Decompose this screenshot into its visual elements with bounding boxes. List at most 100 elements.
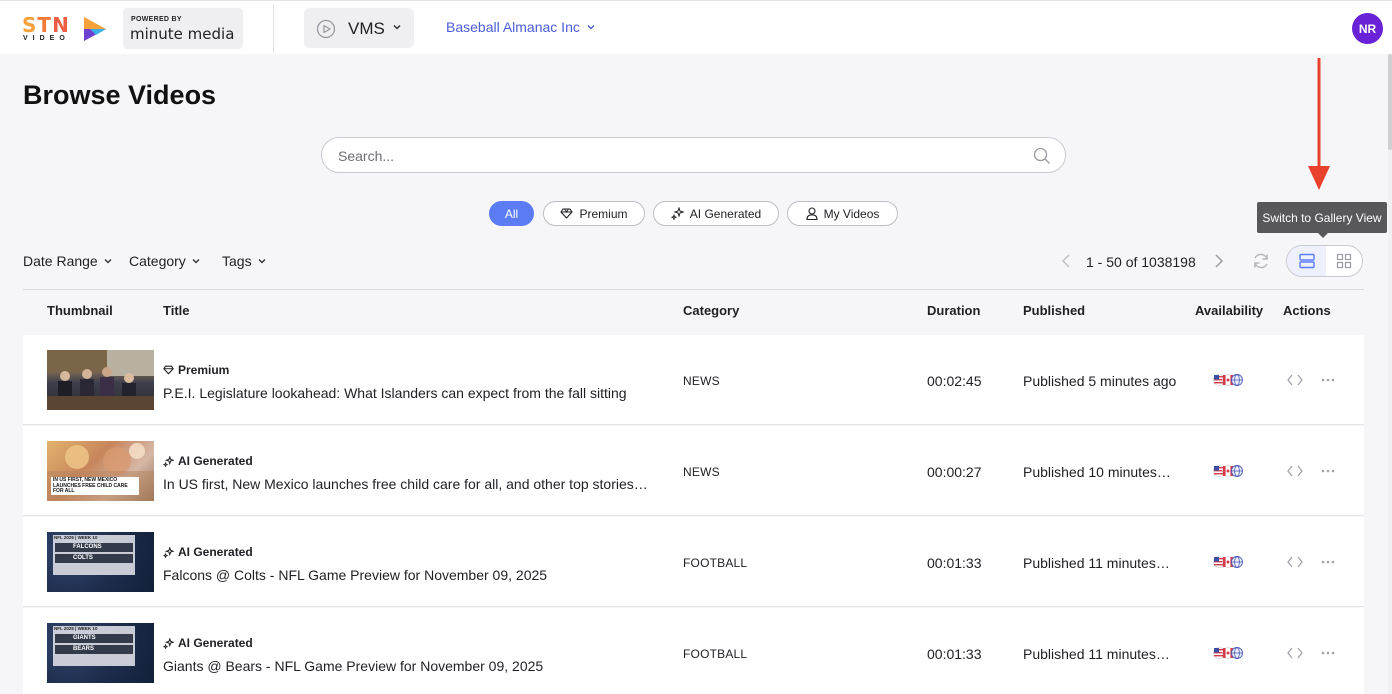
availability-flags-icon[interactable] xyxy=(1212,646,1246,660)
video-category: FOOTBALL xyxy=(683,556,748,570)
user-avatar[interactable]: NR xyxy=(1352,13,1383,44)
video-thumbnail[interactable]: NFL 2025 | WEEK 10 FALCONS COLTS xyxy=(47,532,154,592)
video-badge-ai-generated: AI Generated xyxy=(163,454,253,468)
filter-chip-my-videos[interactable]: My Videos xyxy=(787,201,898,226)
video-published: Published 10 minutes… xyxy=(1023,464,1171,480)
sparkle-icon xyxy=(163,455,174,467)
embed-code-icon[interactable] xyxy=(1286,646,1304,660)
toolbar-divider xyxy=(23,289,1364,290)
more-options-icon[interactable] xyxy=(1321,651,1335,655)
list-view-icon xyxy=(1298,253,1315,269)
video-badge-premium: Premium xyxy=(163,363,229,377)
list-view-button[interactable] xyxy=(1287,246,1326,276)
powered-by-label: POWERED BY xyxy=(131,16,182,23)
sparkle-icon xyxy=(670,207,684,220)
table-row[interactable]: IN US FIRST, NEW MEXICO LAUNCHES FREE CH… xyxy=(23,426,1364,516)
organization-selector[interactable]: Baseball Almanac Inc xyxy=(446,19,596,35)
video-thumbnail[interactable]: NFL 2025 | WEEK 10 GIANTS BEARS xyxy=(47,623,154,683)
video-duration: 00:00:27 xyxy=(927,464,982,480)
page-scrollbar[interactable] xyxy=(1388,54,1392,694)
video-published: Published 5 minutes ago xyxy=(1023,373,1177,389)
column-header-actions: Actions xyxy=(1283,303,1331,318)
badge-label: Premium xyxy=(178,363,230,377)
stn-logo-text: STN xyxy=(22,13,70,37)
page-scrollbar-thumb[interactable] xyxy=(1388,54,1392,150)
date-range-dropdown[interactable]: Date Range xyxy=(23,253,113,269)
category-dropdown[interactable]: Category xyxy=(129,253,201,269)
vms-app-switcher[interactable]: VMS xyxy=(304,8,414,48)
video-duration: 00:01:33 xyxy=(927,646,982,662)
filter-chip-ai-generated[interactable]: AI Generated xyxy=(653,201,779,226)
chip-label: My Videos xyxy=(823,206,880,221)
chip-label: AI Generated xyxy=(689,206,762,221)
thumbnail-team-1: FALCONS xyxy=(73,544,102,550)
thumbnail-caption: IN US FIRST, NEW MEXICO LAUNCHES FREE CH… xyxy=(53,477,128,494)
minute-media-logo: minute media xyxy=(130,25,235,43)
more-options-icon[interactable] xyxy=(1321,560,1335,564)
chevron-right-icon[interactable] xyxy=(1212,253,1226,269)
search-icon[interactable] xyxy=(1033,147,1051,165)
column-header-thumbnail: Thumbnail xyxy=(47,303,113,318)
search-input[interactable] xyxy=(338,146,1018,166)
dropdown-label: Category xyxy=(129,253,186,269)
chevron-down-icon xyxy=(258,259,266,264)
column-header-availability: Availability xyxy=(1195,303,1264,318)
video-title[interactable]: P.E.I. Legislature lookahead: What Islan… xyxy=(163,385,658,401)
refresh-icon[interactable] xyxy=(1251,251,1271,271)
stn-video-logo[interactable]: STN VIDEO xyxy=(22,13,110,45)
gallery-view-tooltip: Switch to Gallery View xyxy=(1257,202,1387,233)
embed-code-icon[interactable] xyxy=(1286,464,1304,478)
table-row[interactable]: NFL 2025 | WEEK 10 GIANTS BEARS AI Gener… xyxy=(23,608,1364,694)
chevron-down-icon xyxy=(192,259,200,264)
video-category: FOOTBALL xyxy=(683,647,748,661)
embed-code-icon[interactable] xyxy=(1286,555,1304,569)
chevron-down-icon xyxy=(587,25,595,30)
badge-label: AI Generated xyxy=(178,545,253,559)
video-title[interactable]: Giants @ Bears - NFL Game Preview for No… xyxy=(163,658,658,674)
video-category: NEWS xyxy=(683,465,720,479)
availability-flags-icon[interactable] xyxy=(1212,464,1246,478)
badge-label: AI Generated xyxy=(178,454,253,468)
vms-label: VMS xyxy=(348,19,385,38)
video-badge-ai-generated: AI Generated xyxy=(163,636,253,650)
tags-dropdown[interactable]: Tags xyxy=(222,253,267,269)
badge-label: AI Generated xyxy=(178,636,253,650)
stn-play-logo-icon xyxy=(84,17,106,41)
sparkle-icon xyxy=(163,637,174,649)
embed-code-icon[interactable] xyxy=(1286,373,1304,387)
video-thumbnail[interactable]: IN US FIRST, NEW MEXICO LAUNCHES FREE CH… xyxy=(47,441,154,501)
video-thumbnail[interactable] xyxy=(47,350,154,410)
page-title: Browse Videos xyxy=(23,80,217,110)
dropdown-label: Date Range xyxy=(23,253,98,269)
chip-label: All xyxy=(504,206,519,221)
table-row[interactable]: NFL 2025 | WEEK 10 FALCONS COLTS AI Gene… xyxy=(23,517,1364,607)
table-row[interactable]: Premium P.E.I. Legislature lookahead: Wh… xyxy=(23,335,1364,425)
video-title[interactable]: In US first, New Mexico launches free ch… xyxy=(163,476,658,492)
chevron-down-icon xyxy=(104,259,112,264)
pagination-range: 1 - 50 of 1038198 xyxy=(1086,254,1196,270)
annotation-arrow-icon xyxy=(1308,58,1330,190)
sparkle-icon xyxy=(163,546,174,558)
availability-flags-icon[interactable] xyxy=(1212,555,1246,569)
dropdown-label: Tags xyxy=(222,253,252,269)
organization-label: Baseball Almanac Inc xyxy=(446,19,580,35)
filter-chip-all[interactable]: All xyxy=(489,201,534,226)
video-title[interactable]: Falcons @ Colts - NFL Game Preview for N… xyxy=(163,567,658,583)
stn-logo-subtext: VIDEO xyxy=(23,35,70,42)
chevron-left-icon[interactable] xyxy=(1060,253,1074,269)
tooltip-arrow xyxy=(1318,233,1328,238)
more-options-icon[interactable] xyxy=(1321,469,1335,473)
header-divider xyxy=(273,5,274,53)
chevron-down-icon xyxy=(393,24,401,30)
more-options-icon[interactable] xyxy=(1321,378,1335,382)
video-category: NEWS xyxy=(683,374,720,388)
filter-chip-premium[interactable]: Premium xyxy=(543,201,645,226)
user-icon xyxy=(806,207,818,220)
availability-flags-icon[interactable] xyxy=(1212,373,1246,387)
chip-label: Premium xyxy=(579,206,628,221)
gallery-view-button[interactable] xyxy=(1326,246,1362,276)
search-box xyxy=(321,137,1066,173)
diamond-icon xyxy=(163,365,174,375)
view-toggle xyxy=(1286,245,1363,277)
thumbnail-header: NFL 2025 | WEEK 10 xyxy=(54,535,98,540)
